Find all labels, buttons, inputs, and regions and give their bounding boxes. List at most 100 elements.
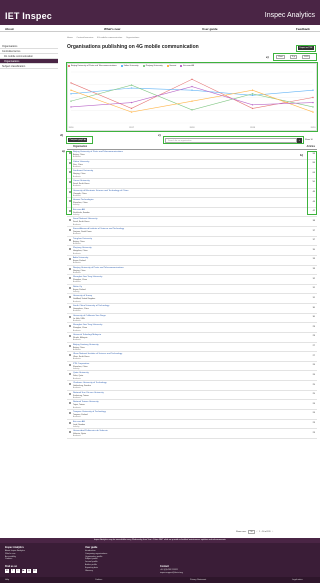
row-checkbox[interactable] bbox=[68, 411, 71, 414]
org-name-link[interactable]: Aalto University bbox=[73, 257, 88, 259]
data-point[interactable] bbox=[70, 100, 72, 102]
legend-item[interactable]: Xidian University bbox=[120, 65, 139, 67]
data-point[interactable] bbox=[191, 109, 193, 111]
data-point[interactable] bbox=[251, 93, 254, 95]
row-checkbox[interactable] bbox=[68, 219, 71, 222]
org-name-link[interactable]: Ericsson AB bbox=[73, 421, 85, 423]
data-point[interactable] bbox=[251, 104, 254, 106]
row-checkbox[interactable] bbox=[68, 392, 71, 395]
data-point[interactable] bbox=[70, 82, 72, 84]
twitter-icon[interactable]: t bbox=[16, 569, 20, 573]
linkedin-icon[interactable]: in bbox=[5, 569, 9, 573]
iet-logo[interactable]: IET Inspec bbox=[5, 11, 52, 21]
compare-graph-button[interactable]: Compare graph ◉ bbox=[68, 138, 88, 142]
org-name-link[interactable]: Xidian University bbox=[73, 161, 89, 163]
row-checkbox[interactable] bbox=[68, 171, 71, 174]
sidebar-item-subject-classification[interactable]: Subject classification bbox=[0, 64, 58, 69]
org-name-link[interactable]: Tampere University of Technology bbox=[73, 411, 106, 413]
row-checkbox[interactable] bbox=[68, 344, 71, 347]
row-checkbox[interactable] bbox=[68, 296, 71, 299]
org-name-link[interactable]: University of Electronic Science and Tec… bbox=[73, 190, 128, 192]
pager-prev-icon[interactable]: ‹ bbox=[257, 531, 258, 533]
row-checkbox[interactable] bbox=[68, 248, 71, 251]
data-point[interactable] bbox=[70, 106, 72, 108]
footer-link[interactable]: Cookies bbox=[5, 558, 25, 561]
org-name-link[interactable]: South China University of Technology bbox=[73, 305, 109, 307]
row-checkbox[interactable] bbox=[68, 325, 71, 328]
org-name-link[interactable]: Beijing University of Posts and Telecomm… bbox=[73, 151, 123, 153]
org-name-link[interactable]: Huawei Technologies bbox=[73, 199, 94, 201]
data-point[interactable] bbox=[130, 87, 133, 89]
data-point[interactable] bbox=[312, 96, 314, 99]
org-name-link[interactable]: Ulsan National Institute of Science and … bbox=[73, 353, 122, 355]
nav-about[interactable]: About bbox=[5, 27, 14, 31]
legend-item[interactable]: Ericsson AB bbox=[180, 65, 194, 67]
row-checkbox[interactable] bbox=[68, 286, 71, 289]
org-name-link[interactable]: Shanghai Jiao Tong University bbox=[73, 276, 102, 278]
search-icon[interactable]: ⌕ bbox=[297, 138, 302, 143]
show-select[interactable]: Show 10 bbox=[305, 139, 313, 141]
row-checkbox[interactable] bbox=[68, 363, 71, 366]
org-name-link[interactable]: National Sun Yat-sen University bbox=[73, 392, 104, 394]
legend-item[interactable]: Huawei bbox=[166, 65, 176, 67]
breadcrumb-term[interactable]: 4G mobile communication bbox=[97, 37, 122, 39]
org-name-link[interactable]: ZTE Corporation bbox=[73, 363, 89, 365]
footer-help[interactable]: Help bbox=[5, 579, 9, 581]
org-name-link[interactable]: Yonsei University bbox=[73, 180, 90, 182]
org-name-link[interactable]: Southeast University bbox=[73, 170, 93, 172]
col-organisation[interactable]: Organisation bbox=[73, 146, 87, 148]
row-checkbox[interactable] bbox=[68, 161, 71, 164]
youtube-icon[interactable]: ▶ bbox=[21, 569, 26, 573]
data-point[interactable] bbox=[312, 111, 314, 113]
org-name-link[interactable]: Korea Advanced Institute of Science and … bbox=[73, 228, 124, 230]
facebook-icon[interactable]: f bbox=[10, 569, 15, 573]
row-checkbox[interactable] bbox=[68, 306, 71, 308]
data-point[interactable] bbox=[130, 101, 133, 104]
breadcrumb-home[interactable]: Home bbox=[67, 37, 73, 39]
row-checkbox[interactable] bbox=[68, 190, 71, 193]
instagram-icon[interactable]: ◎ bbox=[27, 569, 31, 573]
nav-user-guide[interactable]: User guide bbox=[202, 27, 218, 31]
data-point[interactable] bbox=[312, 106, 314, 108]
row-checkbox[interactable] bbox=[68, 421, 71, 424]
org-name-link[interactable]: Ericsson AB bbox=[73, 209, 85, 211]
org-name-link[interactable]: Tsinghua University bbox=[73, 238, 92, 240]
org-name-link[interactable]: Chalmers University of Technology bbox=[73, 382, 107, 384]
email-icon[interactable]: ✉ bbox=[32, 569, 37, 573]
footer-link[interactable]: Glossary bbox=[85, 570, 107, 573]
org-name-link[interactable]: Beijing Jiaotong University bbox=[73, 344, 99, 346]
org-name-link[interactable]: Zhejiang University bbox=[73, 247, 92, 249]
row-checkbox[interactable] bbox=[68, 373, 71, 376]
breadcrumb-content[interactable]: Content/overview bbox=[76, 37, 93, 39]
nav-whats-new[interactable]: What's new bbox=[104, 27, 120, 31]
row-checkbox[interactable] bbox=[68, 383, 71, 385]
row-checkbox[interactable] bbox=[68, 402, 71, 405]
row-checkbox[interactable] bbox=[68, 238, 71, 241]
contact-email[interactable]: inspecsupport@theiet.org bbox=[160, 572, 183, 575]
row-checkbox[interactable] bbox=[68, 334, 71, 337]
year-select[interactable]: 2020 bbox=[302, 55, 311, 59]
footer-privacy[interactable]: Privacy Statement bbox=[190, 579, 206, 581]
footer-cookies[interactable]: Cookies bbox=[95, 579, 102, 581]
col-articles[interactable]: Articles bbox=[307, 146, 315, 148]
data-point[interactable] bbox=[251, 107, 254, 110]
rows-select[interactable]: 50 bbox=[248, 530, 255, 534]
org-search-input[interactable]: Search for an organisation bbox=[165, 138, 297, 143]
org-name-link[interactable]: Universidad Politecnica de Valencia bbox=[73, 430, 108, 432]
org-name-link[interactable]: Nanjing University of Posts and Telecomm… bbox=[73, 267, 124, 269]
row-checkbox[interactable] bbox=[68, 431, 71, 434]
legend-item[interactable]: Beijing University of Posts and Telecomm… bbox=[68, 65, 117, 67]
row-checkbox[interactable] bbox=[68, 209, 71, 212]
footer-legal[interactable]: Legal notice bbox=[292, 579, 303, 581]
data-point[interactable] bbox=[130, 84, 133, 86]
data-point[interactable] bbox=[251, 94, 254, 97]
chart-type-select[interactable]: Chart bbox=[276, 55, 285, 59]
data-point[interactable] bbox=[130, 111, 133, 113]
row-checkbox[interactable] bbox=[68, 180, 71, 183]
nav-feedback[interactable]: Feedback bbox=[296, 27, 310, 31]
org-name-link[interactable]: University of California San Diego bbox=[73, 315, 106, 317]
export-pdf-button[interactable]: Export as PDF bbox=[298, 46, 314, 50]
row-checkbox[interactable] bbox=[68, 152, 71, 154]
legend-item[interactable]: Zhejiang University bbox=[142, 65, 163, 67]
period-select[interactable]: 5 yr bbox=[290, 55, 298, 59]
